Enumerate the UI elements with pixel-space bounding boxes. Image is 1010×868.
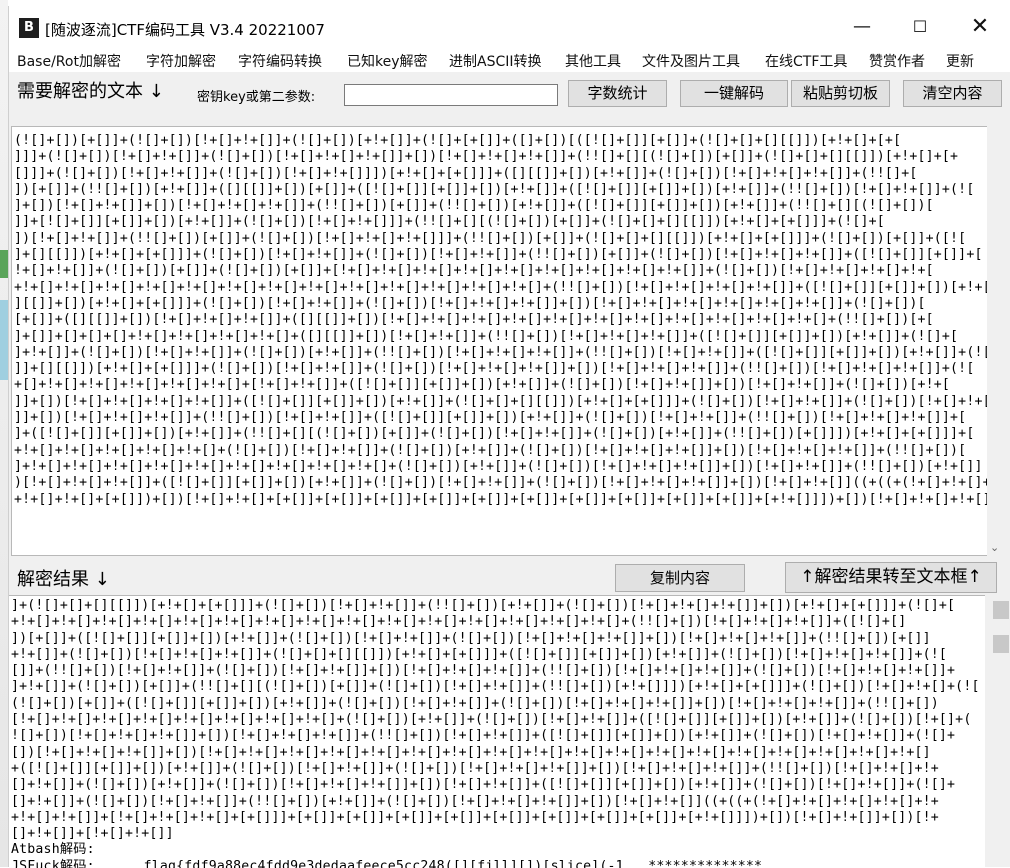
window-title: [随波逐流]CTF编码工具 V3.4 20221007 [45,21,325,39]
input-text-area[interactable]: (![]+[])[+[]]+(![]+[])[!+[]+!+[]]+(![]+[… [11,126,989,556]
result-text-content: ]+(![]+[]+[][[]])[+!+[]+[+[]]]+(![]+[])[… [11,598,980,868]
paste-clipboard-button[interactable]: 粘贴剪切板 [791,80,890,107]
maximize-button[interactable]: ☐ [895,6,945,48]
menu-char-crypto[interactable]: 字符加解密 [146,51,216,71]
background-desktop-strip [0,0,8,867]
input-text-label: 需要解密的文本 ↓ [17,81,164,102]
menu-known-key[interactable]: 已知key解密 [347,51,428,71]
menu-base-ascii[interactable]: 进制ASCII转换 [449,51,542,71]
menu-other-tools[interactable]: 其他工具 [565,51,621,71]
menu-bar: Base/Rot加解密 字符加解密 字符编码转换 已知key解密 进制ASCII… [9,48,1010,72]
one-click-decode-button[interactable]: 一键解码 [680,80,788,107]
key-param-label: 密钥key或第二参数: [197,90,316,105]
menu-file-image-tools[interactable]: 文件及图片工具 [642,51,740,71]
menu-base-rot[interactable]: Base/Rot加解密 [17,51,121,71]
menu-update[interactable]: 更新 [946,51,974,71]
title-bar[interactable]: B [随波逐流]CTF编码工具 V3.4 20221007 — ☐ ✕ [9,6,1010,48]
input-text-content: (![]+[])[+[]]+(![]+[])[!+[]+!+[]]+(![]+[… [14,133,989,507]
result-scrollbar[interactable] [985,595,1009,867]
scroll-down-icon[interactable]: ⌄ [990,541,999,554]
menu-char-encoding[interactable]: 字符编码转换 [238,51,322,71]
app-window: B [随波逐流]CTF编码工具 V3.4 20221007 — ☐ ✕ Base… [8,6,1010,868]
app-icon: B [19,18,39,38]
close-button[interactable]: ✕ [955,6,1005,48]
key-param-input[interactable] [344,84,558,106]
transfer-result-button[interactable]: ↑解密结果转至文本框↑ [785,562,997,593]
background-fragment [0,300,8,380]
result-text-area[interactable]: ]+(![]+[]+[][[]])[+!+[]+[+[]]]+(![]+[])[… [9,595,985,868]
menu-donate[interactable]: 赞赏作者 [869,51,925,71]
clear-content-button[interactable]: 清空内容 [903,80,1002,107]
char-count-button[interactable]: 字数统计 [568,80,667,107]
copy-content-button[interactable]: 复制内容 [615,564,745,592]
result-label: 解密结果 ↓ [17,569,110,590]
minimize-button[interactable]: — [837,6,887,48]
scroll-thumb[interactable] [993,601,1009,619]
input-scrollbar[interactable]: ⌄ [987,126,1003,556]
scroll-thumb[interactable] [993,635,1009,653]
menu-online-ctf[interactable]: 在线CTF工具 [765,51,847,71]
background-fragment [0,250,8,278]
